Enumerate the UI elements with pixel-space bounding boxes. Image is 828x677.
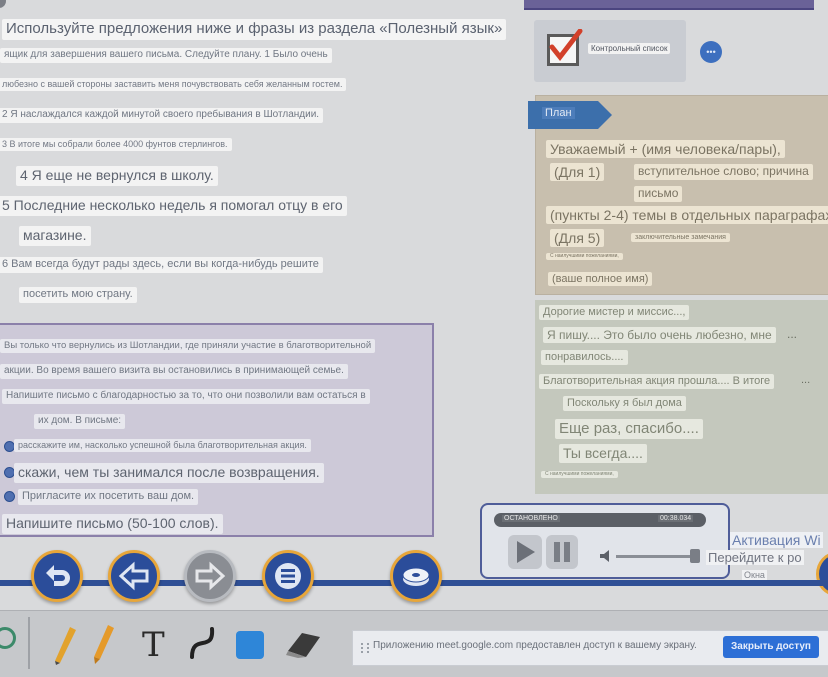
bullet-icon [4, 491, 15, 502]
shape-tool-icon[interactable] [236, 631, 264, 659]
plan-panel: План Уважаемый + (имя человека/пары), (Д… [528, 95, 828, 295]
activation-text: Перейдите к ро [706, 550, 804, 565]
arrow-right-icon [195, 561, 226, 591]
letter-line: Поскольку я был дома [563, 396, 686, 411]
pause-button[interactable] [546, 535, 578, 569]
letter-line: Ты всегда.... [559, 444, 647, 463]
instruction-line: 6 Вам всегда будут рады здесь, если вы к… [0, 257, 323, 273]
instruction-line: магазине. [19, 226, 91, 246]
drag-handle-icon[interactable] [361, 643, 369, 653]
disc-button[interactable] [390, 550, 442, 602]
text-tool-icon[interactable]: T [142, 625, 165, 665]
menu-button[interactable] [262, 550, 314, 602]
player-time-text: 00:38.034 [658, 515, 694, 522]
play-button[interactable] [508, 535, 542, 569]
instruction-line: 5 Последние несколько недель я помогал о… [0, 196, 347, 216]
task-line: Вы только что вернулись из Шотландии, гд… [0, 339, 376, 353]
activation-title: Активация Wi [730, 532, 823, 548]
top-title-bar [524, 0, 814, 10]
instruction-line: 2 Я наслаждался каждой минутой своего пр… [0, 108, 324, 123]
pause-icon [554, 542, 570, 562]
checklist-label: Контрольный список [588, 43, 671, 54]
letter-line: Благотворительная акция прошла.... В ито… [539, 374, 775, 389]
plan-row-number: (Для 5) [550, 229, 605, 248]
arrow-left-icon [118, 561, 149, 591]
letter-line: Дорогие мистер и миссис..., [539, 305, 690, 320]
plan-tag: План [528, 101, 614, 129]
instruction-line: посетить мою страну. [19, 287, 137, 303]
task-line: их дом. В письме: [34, 414, 126, 429]
pencil-icon[interactable] [52, 625, 78, 670]
audio-player: ОСТАНОВЛЕНО 00:38.034 [480, 503, 730, 579]
instruction-line: 4 Я еще не вернулся в школу. [16, 166, 218, 186]
marker-icon[interactable] [90, 623, 116, 670]
plan-row: (ваше полное имя) [548, 272, 653, 287]
plan-row: С наилучшими пожеланиями, [546, 253, 623, 260]
task-bullet: скажи, чем ты занимался после возвращени… [14, 463, 324, 483]
stop-sharing-button[interactable]: Закрыть доступ [723, 636, 819, 658]
undo-icon [46, 565, 70, 586]
letter-line: Я пишу.... Это было очень любезно, мне [543, 327, 776, 344]
edge-orange-button[interactable] [816, 552, 828, 596]
task-bullet: расскажите им, насколько успешной была б… [14, 439, 311, 453]
back-button[interactable] [108, 550, 160, 602]
volume-icon[interactable] [600, 549, 616, 562]
plan-row: (пункты 2-4) темы в отдельных параграфах [546, 206, 828, 225]
activation-text: Окна [742, 570, 767, 580]
forward-button[interactable] [184, 550, 236, 602]
undo-button[interactable] [31, 550, 83, 602]
instruction-line: 3 В итоге мы собрали более 4000 фунтов с… [0, 138, 232, 152]
task-final-line: Напишите письмо (50-100 слов). [2, 514, 223, 534]
letter-dots: ... [801, 374, 811, 386]
more-dots-icon: ••• [706, 47, 716, 57]
plan-row-number: (Для 1) [550, 163, 605, 182]
task-bullet: Пригласите их посетить ваш дом. [18, 489, 199, 505]
plan-row: письмо [634, 186, 683, 202]
plan-row: Уважаемый + (имя человека/пары), [546, 140, 785, 159]
letter-line: Еще раз, спасибо.... [555, 419, 703, 440]
curve-tool-icon[interactable] [188, 623, 218, 668]
instruction-line: ящик для завершения вашего письма. Следу… [0, 48, 332, 63]
more-options-button[interactable]: ••• [700, 41, 722, 63]
task-box: Вы только что вернулись из Шотландии, гд… [0, 323, 434, 537]
task-line: акции. Во время вашего визита вы останов… [0, 364, 348, 379]
checklist-icon [547, 29, 583, 66]
plan-row: заключительные замечания [631, 233, 730, 243]
disc-icon [402, 567, 430, 586]
list-icon [275, 563, 301, 589]
plan-tag-label: План [542, 107, 575, 119]
checklist-card[interactable]: Контрольный список [534, 20, 686, 82]
top-left-corner-badge [0, 0, 6, 8]
task-line: Напишите письмо с благодарностью за то, … [2, 389, 370, 404]
share-message: Приложению meet.google.com предоставлен … [373, 640, 697, 651]
volume-slider[interactable] [616, 555, 698, 558]
eraser-icon[interactable] [284, 629, 324, 664]
instruction-line: любезно с вашей стороны заставить меня п… [0, 78, 347, 92]
letter-dots: ... [787, 327, 798, 341]
letter-line: С наилучшими пожеланиями, [541, 471, 618, 478]
volume-slider-handle[interactable] [690, 549, 700, 563]
lasso-icon[interactable] [0, 627, 16, 649]
toolbar-divider [28, 617, 30, 669]
letter-line: понравилось.... [541, 350, 628, 365]
instruction-heading: Используйте предложения ниже и фразы из … [2, 19, 507, 40]
screen-share-bar: Приложению meet.google.com предоставлен … [352, 630, 828, 666]
sample-letter-panel: Дорогие мистер и миссис..., Я пишу.... Э… [535, 300, 828, 494]
plan-row: вступительное слово; причина [634, 164, 813, 180]
play-icon [517, 541, 535, 563]
player-status-text: ОСТАНОВЛЕНО [502, 515, 560, 522]
